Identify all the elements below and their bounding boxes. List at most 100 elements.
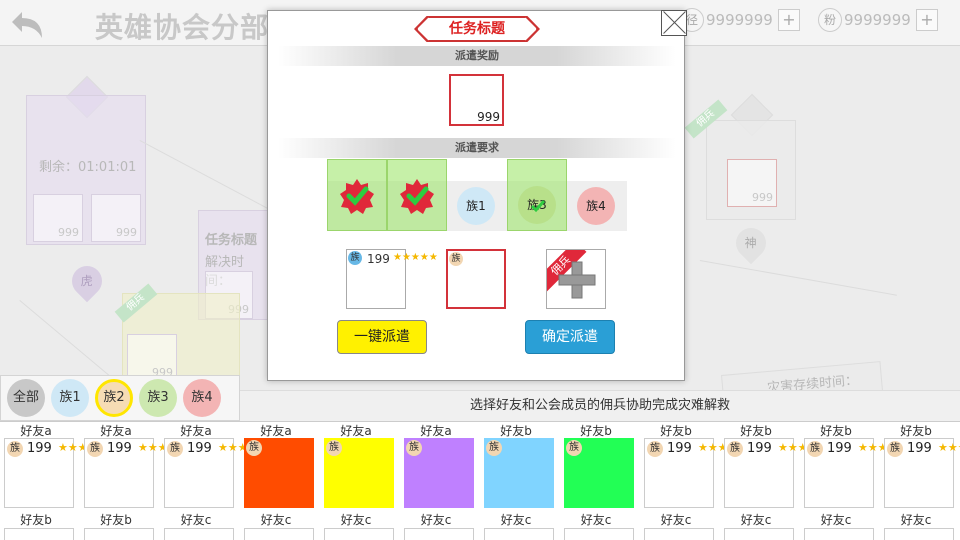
friend-hero-slot[interactable]: 族 xyxy=(324,438,394,508)
clan-tag-icon: 族 xyxy=(87,441,103,457)
friend-hero-slot[interactable] xyxy=(324,528,394,540)
clan-tag-icon: 族 xyxy=(727,441,743,457)
requirement-clan4: 族4 xyxy=(577,187,615,225)
ghost-slot: 999 xyxy=(91,194,141,242)
friend-card[interactable]: 好友a 族 199 ★★★★★ 好友c xyxy=(160,422,268,540)
friend-card[interactable]: 好友b 族 199 ★★★★★ 好友c xyxy=(880,422,960,540)
friend-card[interactable]: 好友b 族好友c xyxy=(480,422,554,540)
friend-name: 好友a xyxy=(100,424,132,438)
clan-tag-icon: 族 xyxy=(449,252,463,266)
confirm-dispatch-button[interactable]: 确定派遣 xyxy=(525,320,615,354)
friend-name: 好友c xyxy=(660,513,692,527)
friend-name: 好友c xyxy=(500,513,532,527)
clan-tag-icon: 族 xyxy=(348,251,362,265)
ghost-task-title: 任务标题 xyxy=(205,233,258,248)
friend-card[interactable]: 好友b 族 199 ★★★★★ 好友c xyxy=(800,422,907,540)
friend-hero-slot[interactable] xyxy=(884,528,954,540)
friend-hero-slot[interactable]: 族 199 ★★★★★ xyxy=(884,438,960,508)
friend-hero-slot[interactable] xyxy=(484,528,554,540)
close-icon[interactable] xyxy=(661,10,687,36)
friend-name: 好友c xyxy=(180,513,212,527)
currency-2-add-button[interactable]: + xyxy=(916,9,938,31)
currency-1-add-button[interactable]: + xyxy=(778,9,800,31)
dispatch-slot-mercenary[interactable]: 佣兵 xyxy=(546,249,606,309)
filter-chip-clan3[interactable]: 族3 xyxy=(139,379,177,417)
auto-dispatch-button[interactable]: 一键派遣 xyxy=(337,320,427,354)
clan-tag-icon: 族 xyxy=(807,441,823,457)
friend-name: 好友a xyxy=(340,424,372,438)
friend-card[interactable]: 好友b 族 199 ★★★★★ 好友c xyxy=(640,422,747,540)
friend-name: 好友b xyxy=(580,424,612,438)
friend-hero-slot[interactable] xyxy=(644,528,714,540)
friend-hero-slot[interactable] xyxy=(164,528,234,540)
ghost-slot: 999 xyxy=(727,159,777,207)
ghost-task-card-1[interactable]: 剩余：01:01:01 999 999 xyxy=(26,95,146,245)
clan-tag-icon: 族 xyxy=(7,441,23,457)
clan-tag-icon: 族 xyxy=(647,441,663,457)
reward-slot[interactable]: 999 xyxy=(449,74,504,126)
filter-chip-all[interactable]: 全部 xyxy=(7,379,45,417)
dispatch-slot-2[interactable]: 族 xyxy=(446,249,506,309)
friend-hero-slot[interactable]: 族 199 ★★★★★ xyxy=(644,438,747,508)
friend-hero-slot[interactable]: 族 199 ★★★★★ xyxy=(724,438,827,508)
hero-level: 199 xyxy=(827,441,852,456)
check-badge-icon xyxy=(340,179,374,214)
filter-chip-clan1[interactable]: 族1 xyxy=(51,379,89,417)
friend-name: 好友b xyxy=(20,513,52,527)
friend-card[interactable]: 好友a 族好友c xyxy=(240,422,314,540)
star-rating-icon: ★★★★★ xyxy=(218,441,268,454)
reward-value: 999 xyxy=(477,110,500,124)
friend-hero-slot[interactable] xyxy=(724,528,794,540)
friend-card[interactable]: 好友a 族 199 ★★★★★ 好友b xyxy=(0,422,107,540)
hero-level: 199 xyxy=(747,441,772,456)
friend-card[interactable]: 好友b 族好友c xyxy=(560,422,634,540)
friend-card[interactable]: 好友b 族 199 ★★★★★ 好友c xyxy=(720,422,827,540)
friend-hero-slot[interactable]: 族 199 ★★★★★ xyxy=(84,438,187,508)
friend-hero-slot[interactable] xyxy=(564,528,634,540)
friend-card[interactable]: 好友a 族好友c xyxy=(400,422,474,540)
friend-name: 好友b xyxy=(740,424,772,438)
friend-list: 好友a 族 199 ★★★★★ 好友b 好友a 族 199 ★★★★★ 好友b 好友a 族 199 ★★★… xyxy=(0,421,960,540)
ghost-pin-icon[interactable]: 虎 xyxy=(65,259,109,303)
ghost-remaining-time: 剩余：01:01:01 xyxy=(39,160,137,175)
friend-hero-slot[interactable]: 族 xyxy=(244,438,314,508)
ghost-line xyxy=(699,260,897,296)
ghost-pin-icon[interactable]: 神 xyxy=(729,221,773,265)
dispatch-slot-1[interactable]: 族 199 ★★★★★ xyxy=(346,249,438,309)
friend-hero-slot[interactable]: 族 199 ★★★★★ xyxy=(4,438,107,508)
friend-hero-slot[interactable]: 族 xyxy=(484,438,554,508)
friend-hero-slot[interactable]: 族 xyxy=(404,438,474,508)
clan-tag-icon: 族 xyxy=(246,440,262,456)
friend-hero-slot[interactable]: 族 199 ★★★★★ xyxy=(164,438,268,508)
friend-hero-slot[interactable] xyxy=(404,528,474,540)
friend-hero-slot[interactable]: 族 199 ★★★★★ xyxy=(804,438,907,508)
friend-name: 好友b xyxy=(900,424,932,438)
clan-tag-icon: 族 xyxy=(167,441,183,457)
friend-hero-slot[interactable] xyxy=(84,528,154,540)
check-badge-icon xyxy=(400,179,434,214)
friend-hero-slot[interactable]: 族 xyxy=(564,438,634,508)
requirement-met-highlight xyxy=(327,159,387,231)
friend-name: 好友b xyxy=(500,424,532,438)
friend-name: 好友c xyxy=(420,513,452,527)
currency-2-icon: 粉 xyxy=(818,8,842,32)
back-arrow-icon[interactable] xyxy=(8,8,48,42)
clan-tag-icon: 族 xyxy=(406,440,422,456)
requirement-met-highlight xyxy=(387,159,447,231)
star-rating-icon: ★★★★★ xyxy=(938,441,960,454)
friend-name: 好友a xyxy=(260,424,292,438)
friend-card[interactable]: 好友a 族好友c xyxy=(320,422,394,540)
friend-name: 好友b xyxy=(820,424,852,438)
star-rating-icon: ★★★★★ xyxy=(393,252,438,263)
friend-name: 好友c xyxy=(740,513,772,527)
filter-chip-clan4[interactable]: 族4 xyxy=(183,379,221,417)
ghost-task-card-4[interactable]: 999 xyxy=(706,120,796,220)
friend-card[interactable]: 好友a 族 199 ★★★★★ 好友b xyxy=(80,422,187,540)
requirement-clan1: 族1 xyxy=(457,187,495,225)
hero-level: 199 xyxy=(667,441,692,456)
check-icon xyxy=(530,200,546,213)
filter-chip-clan2[interactable]: 族2 xyxy=(95,379,133,417)
friend-hero-slot[interactable] xyxy=(804,528,874,540)
friend-hero-slot[interactable] xyxy=(4,528,74,540)
friend-hero-slot[interactable] xyxy=(244,528,314,540)
